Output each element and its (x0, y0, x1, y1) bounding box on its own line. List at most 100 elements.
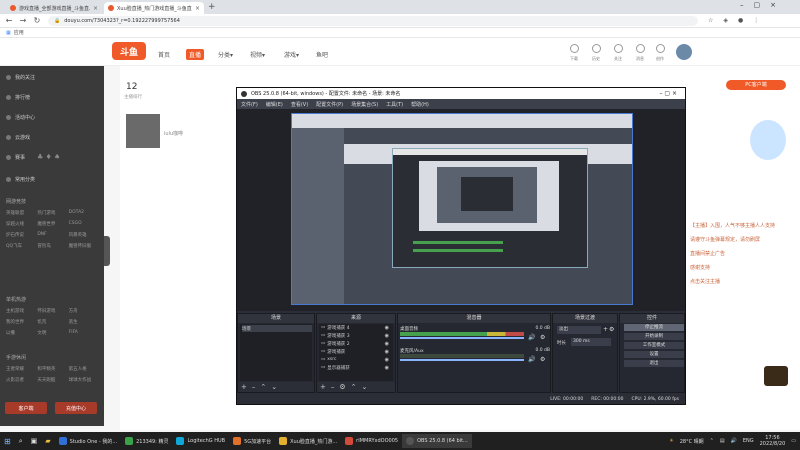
menu-edit[interactable]: 编辑(E) (266, 101, 283, 108)
category-link[interactable]: DNF (37, 232, 68, 238)
up-icon[interactable]: ⌃ (351, 383, 357, 391)
speaker-icon[interactable]: 🔊 (528, 334, 535, 341)
menu-file[interactable]: 文件(F) (241, 101, 258, 108)
scene-item[interactable]: 场景 (242, 325, 312, 332)
volume-fader[interactable] (400, 359, 524, 361)
category-link[interactable]: 我的世界 (6, 319, 37, 325)
eye-icon[interactable]: ◉ (385, 357, 389, 363)
category-link[interactable]: 火影忍者 (6, 377, 37, 383)
category-link[interactable]: 天天跑酷 (37, 377, 68, 383)
category-link[interactable]: 怀旧游戏 (37, 308, 68, 314)
exit-button[interactable]: 退出 (624, 360, 684, 367)
forward-icon[interactable]: → (18, 16, 28, 26)
nav-live[interactable]: 直播 (186, 49, 205, 60)
category-link[interactable]: 和平精英 (37, 366, 68, 372)
studio-mode-button[interactable]: 工作室模式 (624, 342, 684, 349)
category-link[interactable]: CSGO (69, 221, 100, 227)
menu-help[interactable]: 帮助(H) (411, 101, 429, 108)
add-icon[interactable]: + (603, 326, 608, 333)
gear-icon[interactable]: ⚙ (540, 356, 545, 363)
reload-icon[interactable]: ↻ (32, 16, 42, 26)
nav-video[interactable]: 视频▾ (250, 50, 265, 59)
window-controls[interactable]: –▢× (740, 1, 786, 9)
create-icon[interactable] (656, 44, 665, 53)
sidebar-item-rank[interactable]: 排行榜 (0, 90, 104, 104)
taskbar-app[interactable]: Studio One - 我的... (55, 434, 121, 448)
speaker-icon[interactable]: 🔊 (528, 356, 535, 363)
down-icon[interactable]: ⌄ (271, 383, 277, 391)
category-link[interactable]: 魔兽世界 (37, 221, 68, 227)
weather-text[interactable]: 28°C 晴朗 (680, 438, 704, 445)
source-item[interactable]: ▭ xsrc ◉ (321, 356, 393, 363)
up-icon[interactable]: ⌃ (260, 383, 266, 391)
eye-icon[interactable]: ◉ (385, 333, 389, 339)
taskbar-app[interactable]: OBS 25.0.8 (64 bit... (402, 434, 472, 448)
sidebar-item-esports[interactable]: 赛事 ♣ ♦ ♠ (0, 150, 104, 164)
browser-tab-active[interactable]: Xuu脸直播_热门游戏直播_斗鱼直... × (104, 2, 204, 14)
streamer-name[interactable]: lulu咖啡 (164, 130, 183, 137)
back-icon[interactable]: ← (4, 16, 14, 26)
taskbar-app[interactable]: 213349: 精灵 (121, 434, 172, 448)
sidebar-item-common[interactable]: 常用分类 (0, 172, 104, 186)
add-icon[interactable]: + (241, 383, 247, 391)
remove-icon[interactable]: – (252, 383, 256, 391)
network-icon[interactable]: ▤ (720, 438, 725, 444)
remove-icon[interactable]: – (331, 383, 335, 391)
language-indicator[interactable]: ENG (743, 438, 754, 444)
profile-icon[interactable]: ● (738, 17, 743, 24)
close-icon[interactable]: × (195, 5, 200, 12)
gear-icon[interactable]: ⚙ (609, 326, 614, 333)
eye-icon[interactable]: ◉ (385, 349, 389, 355)
add-icon[interactable]: + (320, 383, 326, 391)
new-tab-icon[interactable]: + (208, 2, 216, 12)
site-logo[interactable]: 斗鱼 (112, 42, 146, 60)
message-icon[interactable] (636, 44, 645, 53)
start-icon[interactable]: ⊞ (0, 434, 15, 448)
download-icon[interactable] (570, 44, 579, 53)
category-link[interactable]: 王者荣耀 (6, 366, 37, 372)
nav-yuba[interactable]: 鱼吧 (316, 50, 328, 59)
down-icon[interactable]: ⌄ (362, 383, 368, 391)
extension-icon[interactable]: ◈ (723, 17, 728, 24)
category-link[interactable]: 炉石传说 (6, 232, 37, 238)
transition-select[interactable]: 淡出 (557, 326, 601, 334)
taskbar-app[interactable]: rIMMRYxdOO005 (341, 434, 402, 448)
taskbar-app[interactable]: 5G加速平台 (229, 434, 275, 448)
notification-icon[interactable]: ▭ (791, 438, 796, 444)
category-link[interactable]: QQ飞车 (6, 243, 37, 249)
client-button[interactable]: 客户端 (5, 402, 47, 414)
category-link[interactable]: 饥荒 (37, 319, 68, 325)
tray-chevron-icon[interactable]: ⌃ (710, 438, 714, 444)
category-link[interactable]: 风暴英雄 (69, 232, 100, 238)
bookmark-apps[interactable]: 应用 (14, 29, 24, 36)
nav-games[interactable]: 游戏▾ (284, 50, 299, 59)
streamer-avatar[interactable] (126, 114, 160, 148)
category-link[interactable]: 魔兽怀旧服 (69, 243, 100, 249)
eye-icon[interactable]: ◉ (385, 365, 389, 371)
browser-tab[interactable]: 游戏直播_全部游戏直播_斗鱼直... × (6, 2, 102, 14)
menu-icon[interactable]: ⋮ (753, 17, 759, 24)
menu-view[interactable]: 查看(V) (291, 101, 308, 108)
eye-icon[interactable]: ◉ (385, 341, 389, 347)
star-icon[interactable]: ☆ (708, 17, 713, 24)
url-input[interactable]: 🔒 douyu.com/7304323?_r=0.192227999757564 (48, 16, 698, 26)
eye-icon[interactable]: ◉ (385, 325, 389, 331)
source-item[interactable]: ▭ 游戏捕获 2 ◉ (321, 340, 393, 347)
taskbar-app[interactable]: Xuu脸直播_热门游... (275, 434, 341, 448)
nav-category[interactable]: 分类▾ (218, 50, 233, 59)
gear-icon[interactable]: ⚙ (540, 334, 545, 341)
category-link[interactable]: 热门游戏 (37, 210, 68, 216)
gear-icon[interactable]: ⚙ (339, 383, 345, 391)
sidebar-item-follow[interactable]: 我的关注 (0, 70, 104, 84)
category-link[interactable]: 主机游戏 (6, 308, 37, 314)
search-icon[interactable]: ⌕ (15, 434, 27, 448)
category-link[interactable]: 冒险岛 (37, 243, 68, 249)
weather-icon[interactable]: ☀ (669, 438, 673, 444)
category-link[interactable]: 以撒 (6, 330, 37, 336)
category-link[interactable]: 球球大作战 (69, 377, 100, 383)
stop-streaming-button[interactable]: 停止推流 (624, 324, 684, 331)
task-view-icon[interactable]: ▣ (27, 434, 42, 448)
category-link[interactable]: DOTA2 (69, 210, 100, 216)
menu-tools[interactable]: 工具(T) (386, 101, 403, 108)
obs-window-controls[interactable]: – ▢ × (659, 90, 685, 97)
